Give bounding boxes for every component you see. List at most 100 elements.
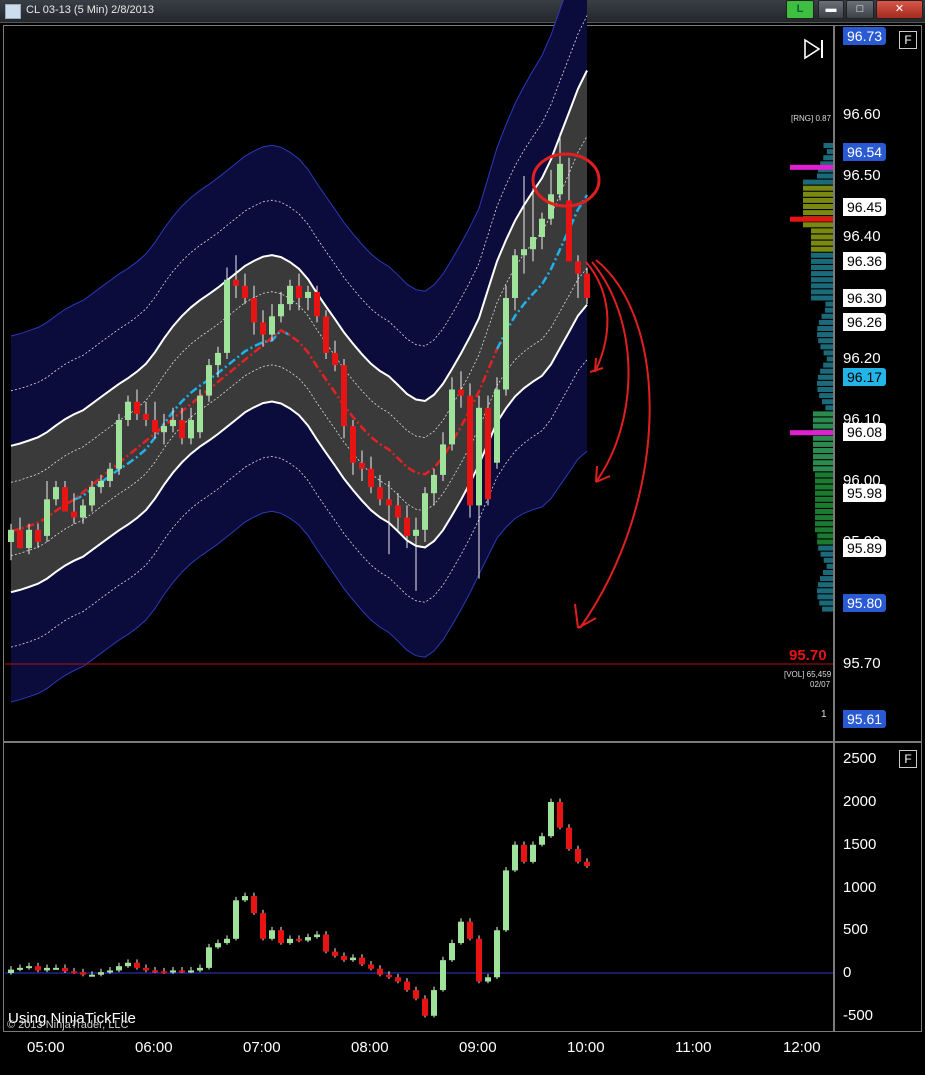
volume-candle-body bbox=[116, 966, 122, 971]
volume-candle-body bbox=[260, 913, 266, 939]
volume-profile-bar bbox=[821, 399, 833, 405]
volume-candle-body bbox=[476, 938, 482, 982]
candle-body bbox=[260, 322, 266, 335]
volume-profile-bar bbox=[822, 606, 833, 612]
volume-candle-body bbox=[296, 938, 302, 941]
volume-candle-body bbox=[251, 896, 257, 914]
play-skip-icon[interactable] bbox=[803, 38, 825, 60]
candle-body bbox=[413, 529, 419, 536]
volume-candle-body bbox=[395, 977, 401, 982]
time-axis-tick: 08:00 bbox=[351, 1039, 389, 1056]
volume-candle-body bbox=[530, 844, 536, 862]
volume-profile-bar bbox=[823, 143, 833, 148]
volume-candle-body bbox=[143, 967, 149, 971]
candle-body bbox=[71, 511, 77, 518]
volume-candle-body bbox=[8, 969, 14, 973]
candle-body bbox=[512, 255, 518, 298]
volume-profile-bar bbox=[820, 344, 833, 350]
candle-body bbox=[170, 420, 176, 427]
candle-body bbox=[422, 493, 428, 530]
volume-profile-bar bbox=[821, 313, 833, 319]
volume-profile-bar bbox=[815, 509, 833, 514]
volume-profile-bar bbox=[817, 539, 833, 545]
volume-candle-body bbox=[278, 930, 284, 944]
candle-body bbox=[134, 401, 140, 414]
volume-candle-body bbox=[512, 844, 518, 871]
candle-body bbox=[458, 389, 464, 396]
profile-poc-marker bbox=[790, 216, 833, 222]
time-axis-tick: 05:00 bbox=[27, 1039, 65, 1056]
volume-profile-bar bbox=[813, 448, 833, 453]
volume-profile-bar bbox=[815, 515, 833, 521]
volume-candle-body bbox=[350, 957, 356, 961]
candle-body bbox=[377, 487, 383, 500]
volume-profile-bar bbox=[826, 149, 833, 155]
volume-profile-bar bbox=[813, 441, 833, 447]
volume-axis-tick: 500 bbox=[843, 921, 869, 939]
volume-candle-body bbox=[35, 966, 41, 971]
volume-candle-body bbox=[548, 802, 554, 837]
volume-profile-bar bbox=[813, 417, 833, 423]
candle-body bbox=[107, 468, 113, 481]
volume-profile-bar bbox=[826, 356, 833, 362]
volume-candle-body bbox=[341, 955, 347, 961]
volume-profile-bar bbox=[820, 551, 833, 557]
price-format-button[interactable]: F bbox=[899, 31, 917, 49]
volume-axis-tick: 2500 bbox=[843, 750, 877, 768]
price-tag: 96.08 bbox=[843, 423, 887, 442]
time-axis-tick: 11:00 bbox=[675, 1039, 712, 1056]
volume-profile-bar bbox=[819, 393, 833, 399]
volume-profile-bar bbox=[811, 246, 833, 252]
candle-body bbox=[26, 529, 32, 549]
volume-candle-body bbox=[575, 849, 581, 862]
volume-candle-body bbox=[305, 937, 311, 941]
volume-candle-body bbox=[404, 981, 410, 991]
volume-profile-bar bbox=[803, 179, 833, 185]
candle-body bbox=[332, 352, 338, 366]
volume-profile-bar bbox=[815, 472, 833, 478]
volume-profile-bar bbox=[813, 411, 833, 417]
candle-body bbox=[269, 316, 275, 335]
candle-body bbox=[530, 237, 536, 250]
volume-profile-bar bbox=[817, 533, 833, 539]
candle-body bbox=[98, 481, 104, 488]
volume-format-button[interactable]: F bbox=[899, 750, 917, 768]
volume-profile-bar bbox=[819, 600, 833, 606]
price-axis-tick: 96.40 bbox=[843, 228, 881, 245]
candle-body bbox=[251, 298, 257, 323]
candle-body bbox=[521, 249, 527, 256]
volume-candle-body bbox=[233, 900, 239, 939]
candle-body bbox=[395, 505, 401, 518]
volume-profile-bar bbox=[826, 563, 833, 569]
volume-profile-bar bbox=[803, 185, 833, 191]
volume-candle-body bbox=[458, 921, 464, 944]
time-axis-tick: 09:00 bbox=[459, 1039, 497, 1056]
volume-profile-bar bbox=[803, 210, 833, 216]
price-chart[interactable] bbox=[0, 0, 925, 1075]
candle-body bbox=[449, 389, 455, 445]
volume-candle-body bbox=[368, 964, 374, 969]
volume-candle-body bbox=[449, 943, 455, 961]
candle-body bbox=[35, 529, 41, 542]
candle-body bbox=[89, 487, 95, 506]
candle-body bbox=[305, 291, 311, 298]
candle-body bbox=[404, 517, 410, 536]
candle-body bbox=[341, 365, 347, 427]
volume-profile-bar bbox=[813, 454, 833, 460]
candle-body bbox=[467, 395, 473, 506]
volume-candle-body bbox=[188, 970, 194, 973]
volume-profile-bar bbox=[815, 502, 833, 508]
price-axis-tick: 96.60 bbox=[843, 106, 881, 123]
volume-profile-bar bbox=[825, 405, 833, 411]
candle-body bbox=[323, 316, 329, 353]
volume-candle-body bbox=[332, 951, 338, 956]
candle-body bbox=[485, 407, 491, 500]
volume-profile-bar bbox=[823, 570, 833, 575]
price-tag: 96.45 bbox=[843, 197, 887, 216]
volume-profile-bar bbox=[811, 252, 833, 258]
candle-body bbox=[197, 395, 203, 433]
volume-candle-body bbox=[80, 972, 86, 975]
volume-profile-bar bbox=[815, 527, 833, 533]
candle-body bbox=[80, 505, 86, 518]
volume-candle-body bbox=[422, 998, 428, 1016]
